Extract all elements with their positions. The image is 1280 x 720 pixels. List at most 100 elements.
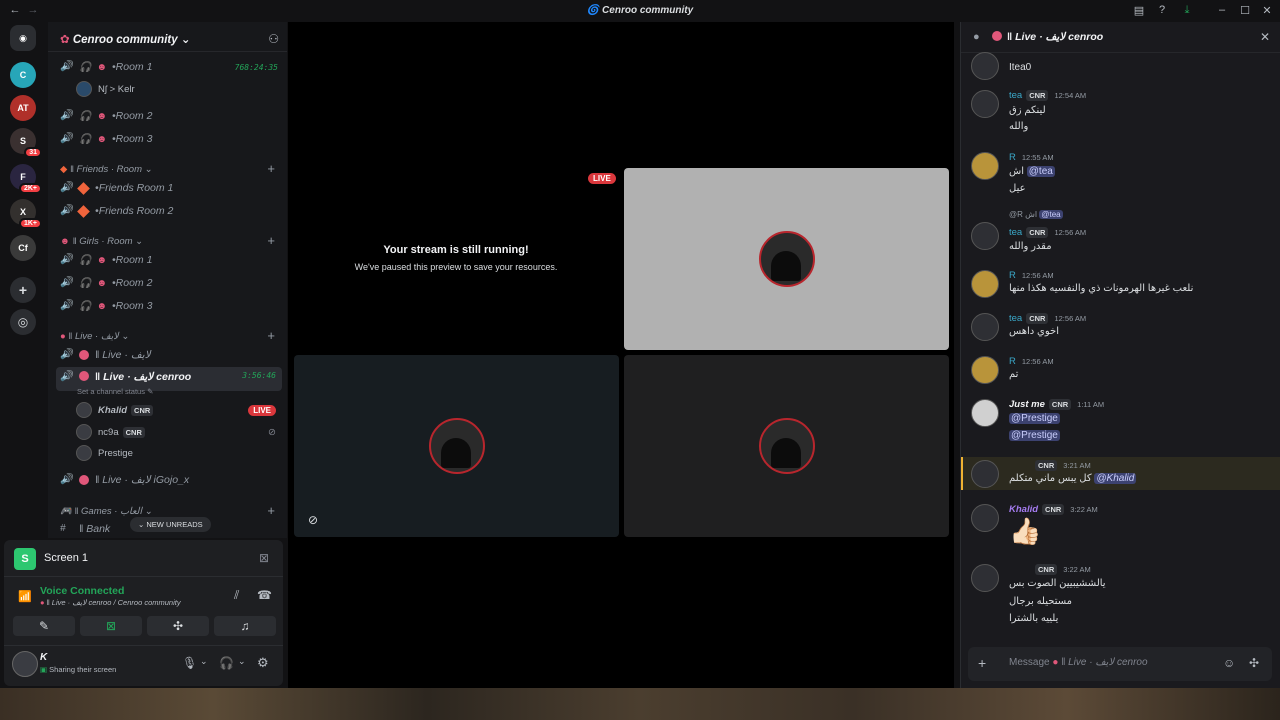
voice-channel-room3[interactable]: 🔊 🎧 ☻ • Room 3	[56, 129, 282, 149]
avatar[interactable]	[971, 356, 999, 384]
author-name[interactable]: tea	[1009, 313, 1022, 324]
add-server-icon[interactable]: +	[10, 277, 36, 303]
chevron-down-icon[interactable]: ⌄	[238, 656, 246, 667]
close-window-icon[interactable]: ✕	[1260, 4, 1274, 17]
composer-placeholder[interactable]: Message ● ‖ Live · لايف cenroo	[1009, 657, 1148, 668]
voice-user-prestige[interactable]: Prestige	[76, 443, 133, 463]
voice-channel-path[interactable]: ● ‖ Live · لايف cenroo / Cenroo communit…	[40, 598, 181, 607]
server-icon-3[interactable]: S 31	[10, 128, 42, 158]
server-icon-6[interactable]: Cf	[10, 235, 36, 261]
user-avatar[interactable]	[12, 651, 38, 677]
voice-channel-live1[interactable]: 🔊 ‖ Live · لايف	[56, 345, 282, 365]
reply-preview[interactable]: @R اش @tea	[1009, 210, 1063, 219]
avatar[interactable]	[971, 152, 999, 180]
face-icon: ☻	[96, 300, 107, 312]
voice-user-nc9a[interactable]: nc9a CNR ⊘	[76, 422, 276, 442]
voice-user[interactable]: Nʃ > Kelr	[76, 79, 135, 99]
voice-channel-room1[interactable]: 🔊 🎧 ☻ • Room 1 768:24:35	[56, 57, 282, 77]
category-games[interactable]: 🎮 ‖ Games · العاب ⌄	[60, 506, 153, 517]
category-friends[interactable]: ◆ ‖ Friends · Room ⌄	[60, 164, 153, 175]
avatar[interactable]	[971, 313, 999, 341]
minimize-icon[interactable]: –	[1215, 4, 1229, 16]
emoji-icon[interactable]: ☺	[1223, 656, 1235, 670]
avatar[interactable]	[971, 52, 999, 80]
server-name[interactable]: ✿ Cenroo community ⌄	[60, 32, 190, 46]
category-girls[interactable]: ☻ ‖ Girls · Room ⌄	[60, 236, 143, 247]
server-icon-5[interactable]: X 1K+	[10, 199, 42, 229]
settings-gear-icon[interactable]: ⚙	[257, 655, 269, 671]
server-icon-2[interactable]: AT	[10, 95, 36, 121]
author-name[interactable]: R	[1009, 270, 1016, 281]
screen-share-button[interactable]: ⊠	[80, 616, 142, 636]
add-channel-icon[interactable]: +	[267, 328, 275, 343]
add-channel-icon[interactable]: +	[267, 161, 275, 176]
server-icon-4[interactable]: F 2K+	[10, 164, 42, 194]
author-name[interactable]: tea	[1009, 90, 1022, 101]
avatar[interactable]	[971, 270, 999, 298]
voice-channel-girls-room1[interactable]: 🔊 🎧 ☻ • Room 1	[56, 250, 282, 270]
discord-home-icon[interactable]: ◉	[10, 25, 36, 51]
user-name[interactable]: K	[40, 652, 47, 663]
face-icon: ☻	[96, 254, 107, 266]
popout-icon[interactable]: ⊠	[259, 551, 269, 565]
video-tile-3[interactable]	[624, 355, 949, 537]
activities-button[interactable]: ✣	[147, 616, 209, 636]
voice-channel-friends-room1[interactable]: 🔊 • Friends Room 1	[56, 178, 282, 198]
chevron-down-icon[interactable]: ⌄	[200, 656, 208, 667]
avatar[interactable]	[971, 222, 999, 250]
voice-channel-room2[interactable]: 🔊 🎧 ☻ • Room 2	[56, 106, 282, 126]
apps-icon[interactable]: ✣	[1249, 656, 1259, 670]
author-name[interactable]: R	[1009, 152, 1016, 163]
camera-button[interactable]: ✎	[13, 616, 75, 636]
voice-channel-girls-room3[interactable]: 🔊 🎧 ☻ • Room 3	[56, 296, 282, 316]
microphone-icon[interactable]: 🎙	[182, 656, 197, 670]
server-icon-cenroo[interactable]: C	[10, 62, 36, 88]
user-mention[interactable]: @Prestige	[1009, 413, 1060, 424]
user-mention[interactable]: @tea	[1026, 166, 1055, 177]
maximize-icon[interactable]: ☐	[1238, 4, 1252, 17]
close-icon[interactable]: ✕	[1260, 30, 1270, 44]
avatar[interactable]	[971, 399, 999, 427]
video-tile-2[interactable]: ⊘	[294, 355, 619, 537]
headphones-icon[interactable]: 🎧	[219, 656, 234, 670]
author-name[interactable]: Khalid	[1009, 504, 1038, 515]
timestamp: 3:22 AM	[1063, 565, 1091, 574]
title-bar: ← → 🌀 Cenroo community ▤ ? ⤓ – ☐ ✕	[0, 0, 1280, 22]
voice-status[interactable]: Voice Connected	[40, 585, 124, 597]
user-mention[interactable]: @tea	[1039, 210, 1063, 219]
window-title: 🌀 Cenroo community	[586, 5, 694, 16]
add-channel-icon[interactable]: +	[267, 503, 275, 518]
avatar[interactable]	[971, 564, 999, 592]
dot-icon: ●	[40, 598, 47, 607]
noise-suppression-icon[interactable]: ⫽	[234, 588, 239, 603]
avatar	[76, 424, 92, 440]
voice-channel-live-gojo[interactable]: 🔊 ‖ Live · لايف iGojo_x	[56, 470, 282, 490]
add-attachment-icon[interactable]: +	[978, 655, 986, 671]
inbox-icon[interactable]: ▤	[1132, 4, 1146, 17]
discover-icon[interactable]: ◎	[10, 309, 36, 335]
voice-user-khalid[interactable]: Khalid CNR LIVE	[76, 400, 276, 420]
speaker-icon: 🔊	[60, 182, 73, 193]
channel-status-hint[interactable]: Set a channel status ✎	[77, 387, 153, 396]
user-mention[interactable]: @Prestige	[1009, 430, 1060, 441]
author-name[interactable]: tea	[1009, 227, 1022, 238]
new-unreads-button[interactable]: ⌄ NEW UNREADS	[130, 517, 211, 532]
download-icon[interactable]: ⤓	[1180, 4, 1194, 17]
avatar[interactable]	[971, 460, 999, 488]
help-icon[interactable]: ?	[1155, 4, 1169, 16]
add-member-icon[interactable]: ⚇	[268, 32, 279, 46]
category-live[interactable]: ● ‖ Live · لايف ⌄	[60, 331, 129, 342]
video-tile-1[interactable]	[624, 168, 949, 350]
voice-channel-girls-room2[interactable]: 🔊 🎧 ☻ • Room 2	[56, 273, 282, 293]
message-text: والله	[1009, 121, 1029, 132]
user-mention[interactable]: @Khalid	[1094, 473, 1137, 484]
author-name[interactable]: Just me	[1009, 399, 1045, 410]
message-composer[interactable]: + Message ● ‖ Live · لايف cenroo ☺ ✣	[968, 647, 1272, 681]
soundboard-button[interactable]: ♫	[214, 616, 276, 636]
disconnect-icon[interactable]: ☎	[257, 588, 272, 602]
avatar[interactable]	[971, 90, 999, 118]
add-channel-icon[interactable]: +	[267, 233, 275, 248]
avatar[interactable]	[971, 504, 999, 532]
author-name[interactable]: R	[1009, 356, 1016, 367]
voice-channel-friends-room2[interactable]: 🔊 • Friends Room 2	[56, 201, 282, 221]
